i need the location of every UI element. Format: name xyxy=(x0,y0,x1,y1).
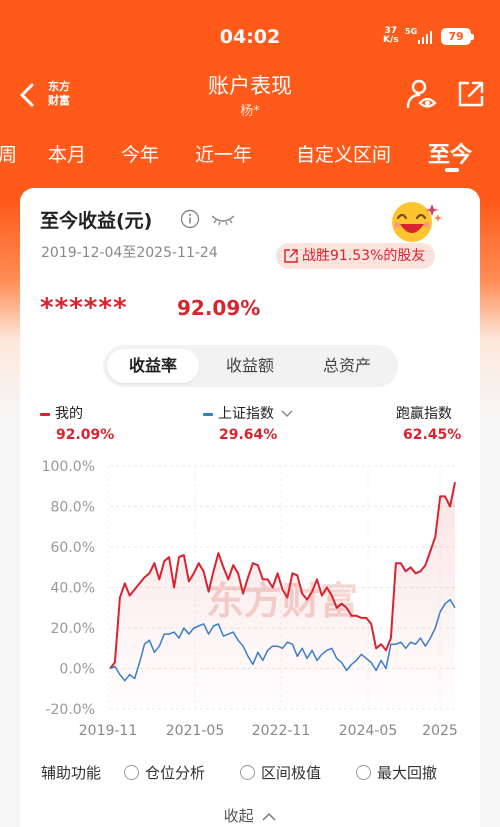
smiling-emoji-icon xyxy=(392,202,442,242)
battery-level: 79 xyxy=(448,30,464,43)
radio-circle-icon xyxy=(356,765,371,780)
x-tick-label: 2019-11 xyxy=(79,723,138,739)
aux-functions-label: 辅助功能 xyxy=(41,764,102,782)
radio-circle-icon xyxy=(124,765,139,780)
y-tick-label: 100.0% xyxy=(42,459,95,475)
chevron-down-icon xyxy=(281,410,293,418)
seg-return-rate[interactable]: 收益率 xyxy=(107,349,199,383)
signal-icon xyxy=(418,30,434,44)
radio-circle-icon xyxy=(240,765,255,780)
share-icon[interactable] xyxy=(456,79,486,109)
legend-mine-swatch xyxy=(40,412,50,416)
tab-custom-range[interactable]: 自定义区间 xyxy=(296,140,391,167)
legend-mine-label: 我的 xyxy=(55,406,83,422)
legend-outperform-label: 跑赢指数 xyxy=(396,406,452,422)
option-label: 仓位分析 xyxy=(145,764,206,782)
y-tick-label: 20.0% xyxy=(51,621,95,637)
date-range: 2019-12-04至2025-11-24 xyxy=(41,245,218,261)
status-bar: 04:02 37 K/s 5G 79 xyxy=(0,0,500,72)
option-label: 区间极值 xyxy=(261,764,322,782)
series-mine-area xyxy=(110,482,455,709)
legend-index-label: 上证指数 xyxy=(218,406,274,422)
legend-index-swatch xyxy=(203,412,213,416)
period-tabs: 周 本月 今年 近一年 自定义区间 至今 xyxy=(0,138,500,178)
return-percentage: 92.09% xyxy=(177,296,261,320)
legend-index-selector[interactable]: 上证指数 xyxy=(203,403,293,423)
option-label: 最大回撤 xyxy=(377,764,438,782)
user-view-icon[interactable] xyxy=(405,78,437,110)
x-tick-label: 2024-05 xyxy=(339,723,398,739)
active-tab-indicator xyxy=(445,168,459,172)
tab-this-month[interactable]: 本月 xyxy=(48,140,86,167)
network-type: 5G xyxy=(405,27,418,36)
net-speed-unit: K/s xyxy=(383,35,399,45)
tab-week[interactable]: 周 xyxy=(0,140,17,167)
x-tick-label: 2021-05 xyxy=(166,723,225,739)
tab-this-year[interactable]: 今年 xyxy=(121,140,159,167)
share-small-icon xyxy=(284,249,298,263)
card-title: 至今收益(元) xyxy=(40,210,153,232)
battery-icon: 79 xyxy=(441,28,474,45)
y-tick-label: 60.0% xyxy=(51,540,95,556)
legend-index-value: 29.64% xyxy=(219,427,278,443)
tab-last-year[interactable]: 近一年 xyxy=(195,140,252,167)
return-line-chart[interactable]: 东方财富100.0%80.0%60.0%40.0%20.0%0.0%-20.0%… xyxy=(0,456,500,746)
info-icon[interactable] xyxy=(180,209,200,229)
hide-eye-icon[interactable] xyxy=(210,209,236,229)
tab-since-inception[interactable]: 至今 xyxy=(428,137,472,169)
collapse-button[interactable]: 收起 xyxy=(0,805,500,826)
collapse-label: 收起 xyxy=(223,807,254,825)
seg-return-amount[interactable]: 收益额 xyxy=(204,349,296,383)
beat-peers-badge[interactable]: 战胜91.53%的股友 xyxy=(276,243,436,269)
masked-amount: ****** xyxy=(40,293,128,323)
option-position-analysis[interactable]: 仓位分析 xyxy=(124,762,205,783)
legend-outperform-value: 62.45% xyxy=(403,427,462,443)
net-speed: 37 K/s xyxy=(383,27,399,45)
option-range-extremes[interactable]: 区间极值 xyxy=(240,762,321,783)
metric-switcher: 收益率 收益额 总资产 xyxy=(103,345,398,387)
y-tick-label: 40.0% xyxy=(51,581,95,597)
beat-peers-text: 战胜91.53%的股友 xyxy=(302,248,426,264)
legend-mine: 我的 xyxy=(40,403,83,423)
legend-mine-value: 92.09% xyxy=(56,427,115,443)
chevron-up-icon xyxy=(262,812,276,821)
y-tick-label: 80.0% xyxy=(51,500,95,516)
y-tick-label: -20.0% xyxy=(45,702,95,718)
x-tick-label: 2025 xyxy=(422,723,458,739)
seg-total-assets[interactable]: 总资产 xyxy=(301,349,393,383)
x-tick-label: 2022-11 xyxy=(252,723,311,739)
y-tick-label: 0.0% xyxy=(59,662,95,678)
option-max-drawdown[interactable]: 最大回撤 xyxy=(356,762,437,783)
